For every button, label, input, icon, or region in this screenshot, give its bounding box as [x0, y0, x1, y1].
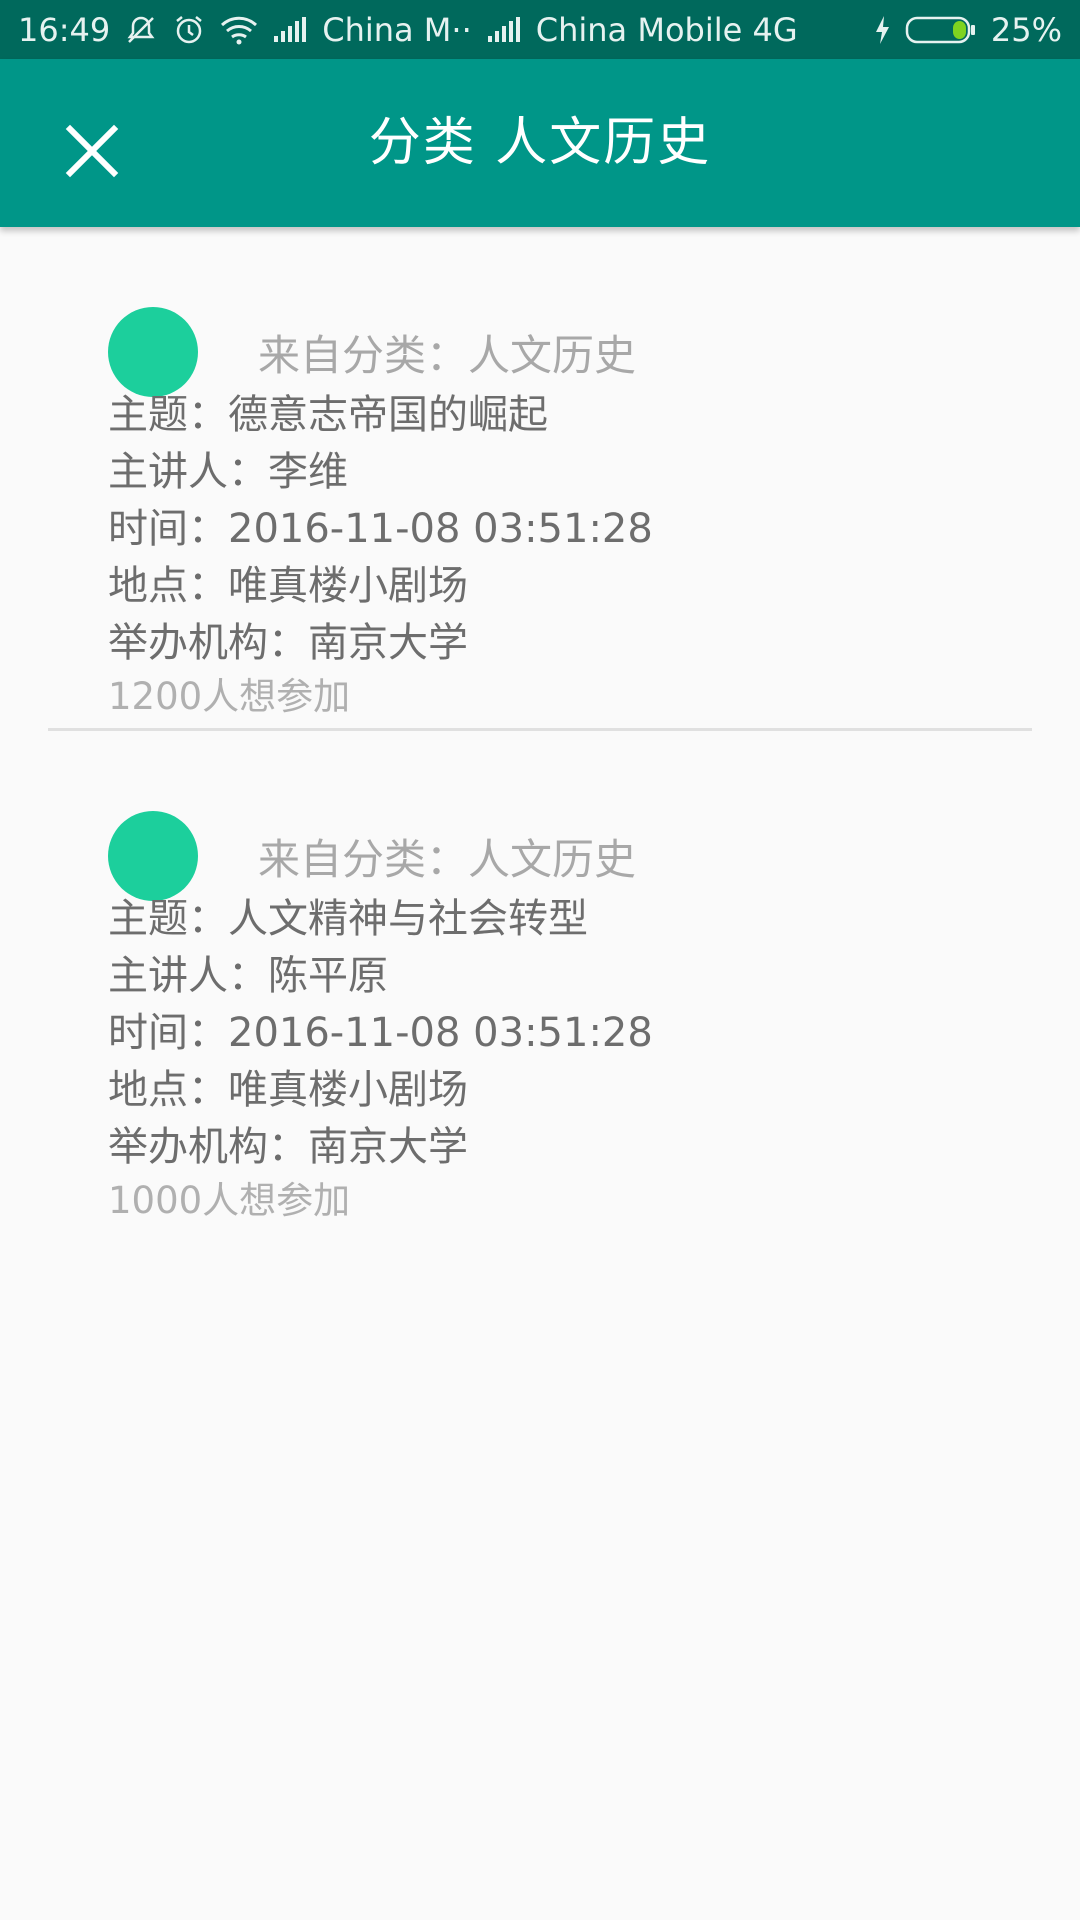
wifi-icon [220, 15, 258, 45]
list-item[interactable]: 来自分类：人文历史 主题：人文精神与社会转型 主讲人：陈平原 时间：2016-1… [48, 731, 1032, 1226]
signal-icon [272, 16, 308, 44]
category-label: 来自分类：人文历史 [258, 330, 637, 380]
list-item[interactable]: 来自分类：人文历史 主题：德意志帝国的崛起 主讲人：李维 时间：2016-11-… [48, 227, 1032, 722]
topic-text: 主题：人文精神与社会转型 [108, 896, 588, 942]
battery-icon [905, 15, 977, 45]
page-title: 分类 人文历史 [368, 113, 712, 173]
location-text: 地点：唯真楼小剧场 [108, 563, 468, 609]
avatar [108, 811, 198, 901]
battery-percent: 25% [990, 10, 1062, 49]
card-header: 来自分类：人文历史 [108, 307, 1032, 397]
charging-icon [873, 15, 891, 45]
interested-count: 1000人想参加 [108, 1179, 351, 1222]
status-bar-left: 16:49 China M·· China Mobile 4G [18, 11, 812, 49]
speaker-text: 主讲人：李维 [108, 449, 348, 495]
lecture-list: 来自分类：人文历史 主题：德意志帝国的崛起 主讲人：李维 时间：2016-11-… [48, 227, 1032, 1226]
location-text: 地点：唯真楼小剧场 [108, 1067, 468, 1113]
interested-count: 1200人想参加 [108, 675, 351, 718]
category-label: 来自分类：人文历史 [258, 834, 637, 884]
topic-text: 主题：德意志帝国的崛起 [108, 392, 548, 438]
mute-icon [124, 13, 158, 47]
status-bar: 16:49 China M·· China Mobile 4G 25% [0, 0, 1080, 59]
signal-icon [486, 16, 522, 44]
app-bar: 分类 人文历史 [0, 59, 1080, 227]
time-text: 时间：2016-11-08 03:51:28 [108, 1010, 653, 1056]
organizer-text: 举办机构：南京大学 [108, 1124, 468, 1170]
carrier-1: China M·· [322, 10, 472, 49]
status-time: 16:49 [18, 10, 111, 49]
carrier-2: China Mobile 4G [535, 10, 798, 49]
card-header: 来自分类：人文历史 [108, 811, 1032, 901]
speaker-text: 主讲人：陈平原 [108, 953, 388, 999]
avatar [108, 307, 198, 397]
alarm-icon [172, 13, 206, 47]
time-text: 时间：2016-11-08 03:51:28 [108, 506, 653, 552]
status-bar-right: 25% [873, 11, 1062, 49]
organizer-text: 举办机构：南京大学 [108, 620, 468, 666]
